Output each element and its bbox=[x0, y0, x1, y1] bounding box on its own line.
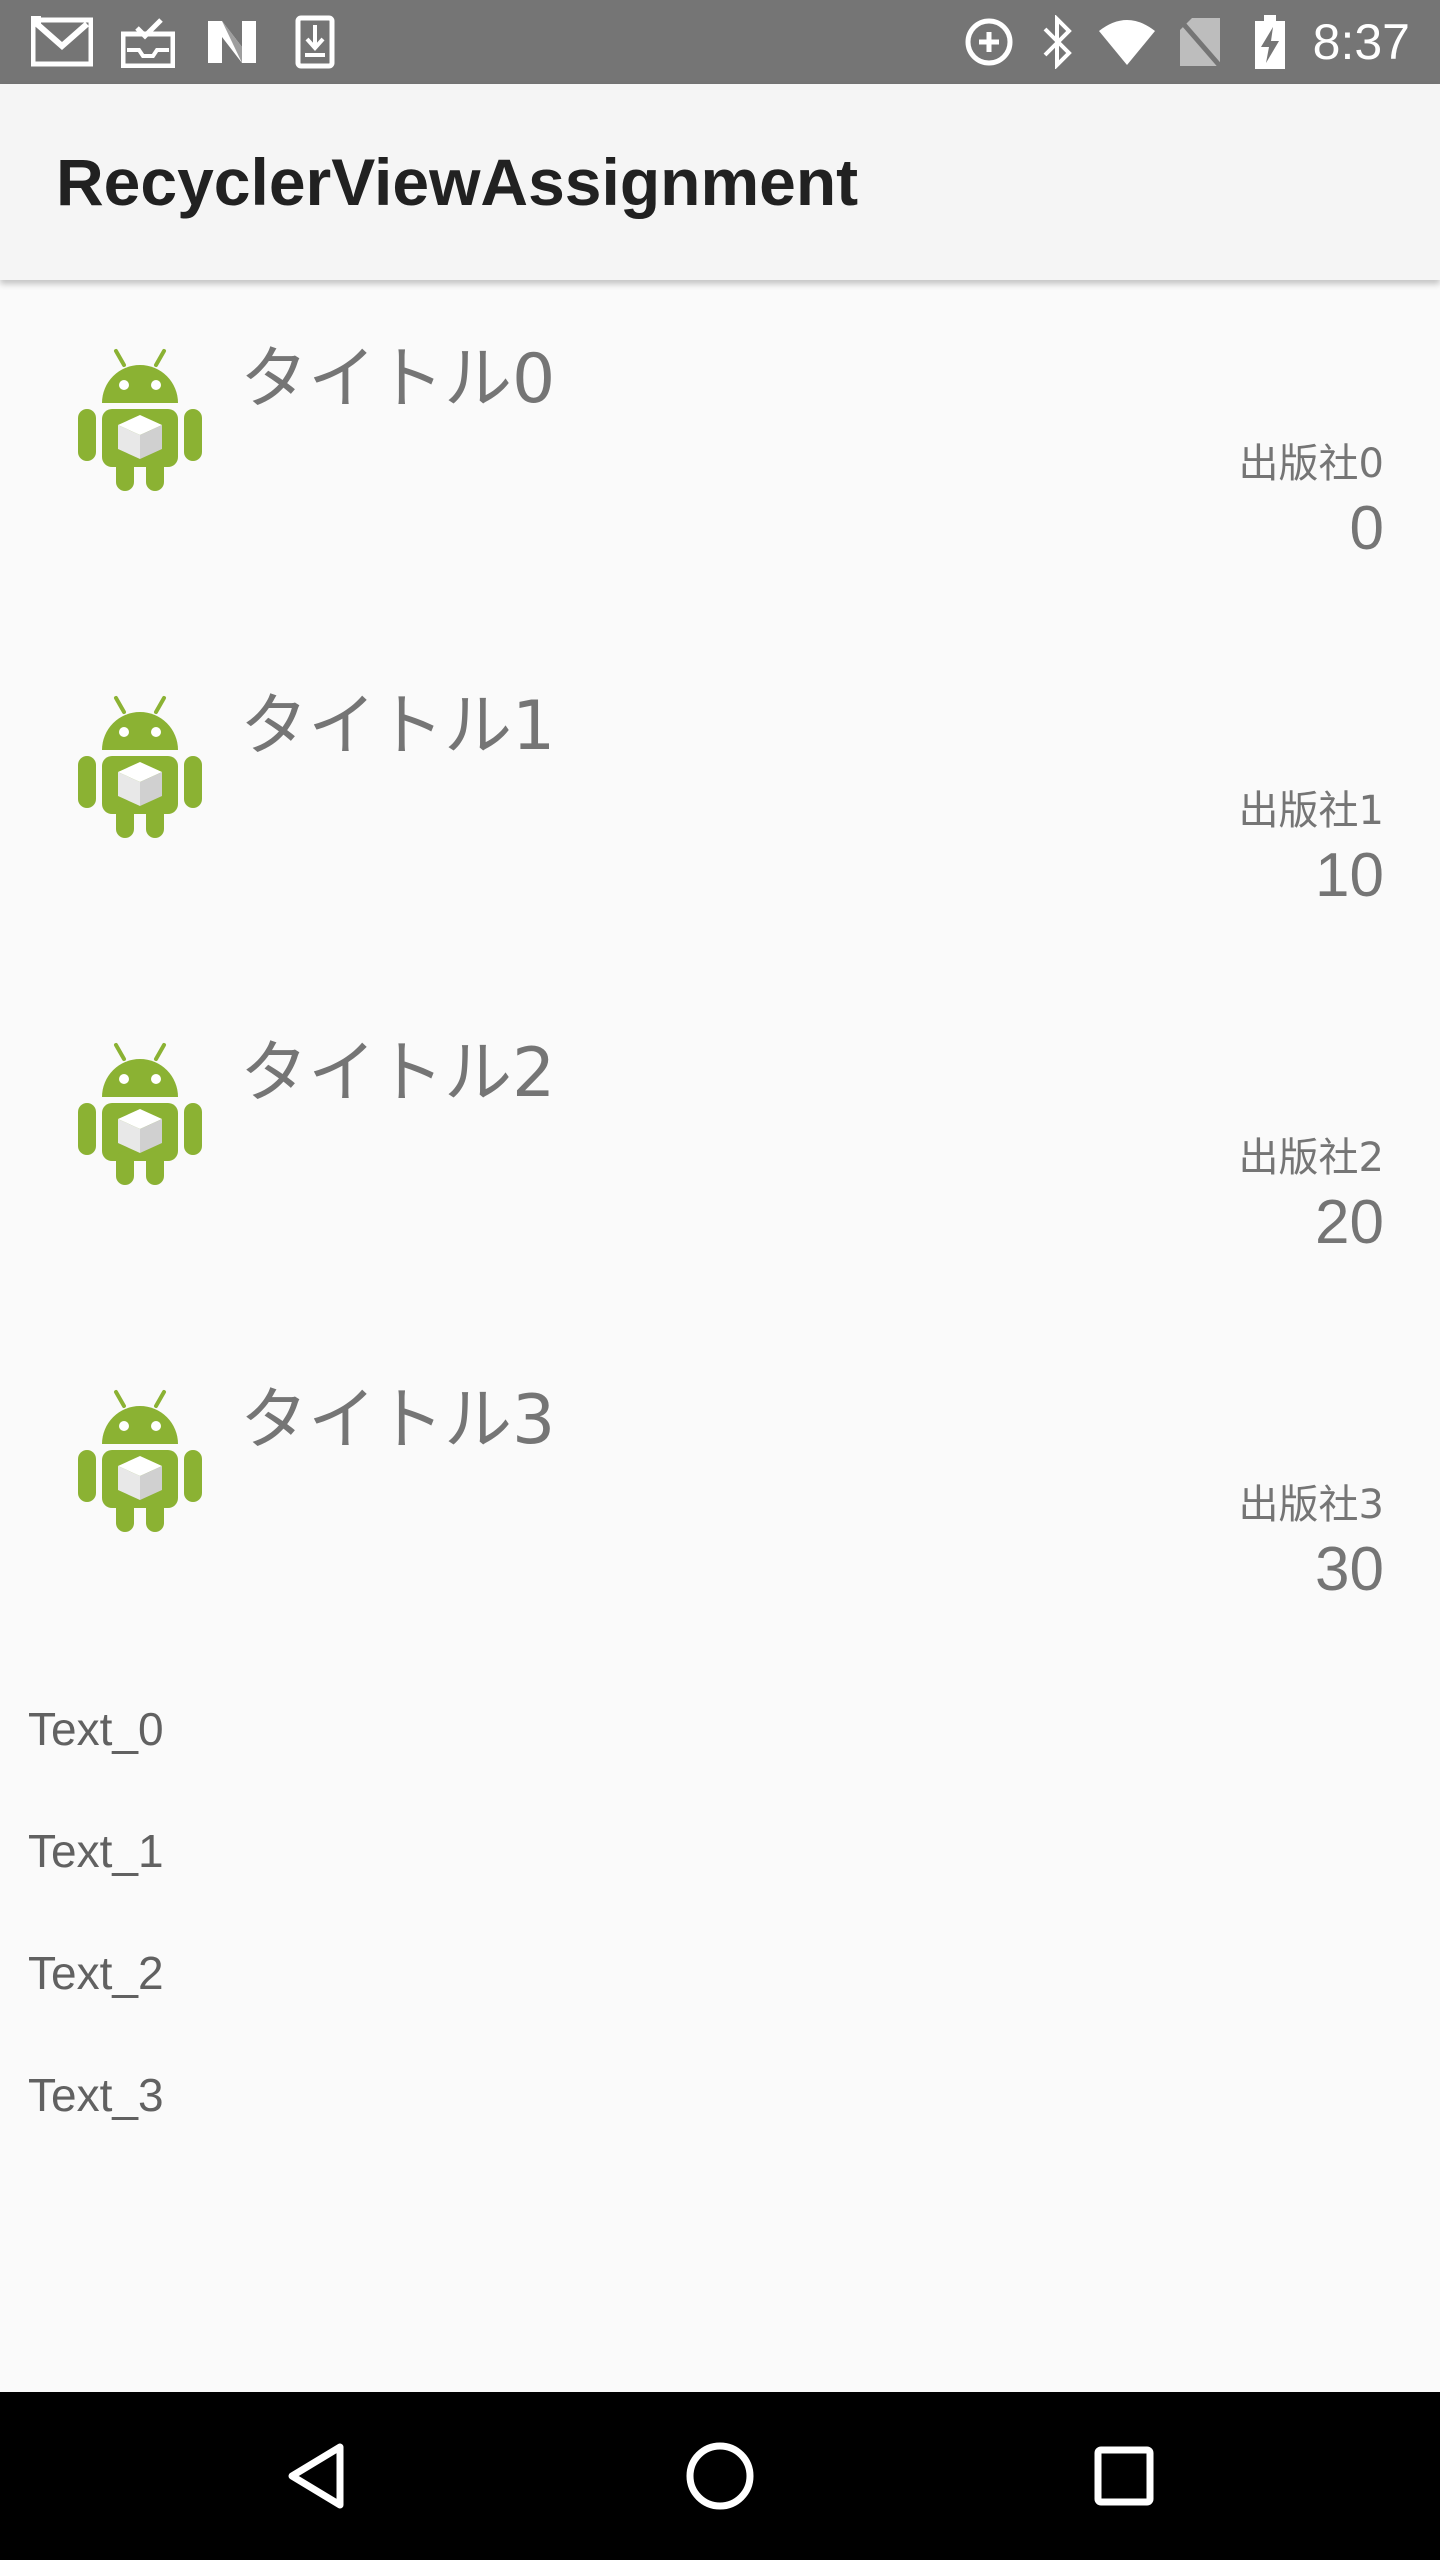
recents-icon[interactable] bbox=[1082, 2434, 1166, 2518]
status-bar: 8:37 bbox=[0, 0, 1440, 84]
home-icon[interactable] bbox=[678, 2434, 762, 2518]
gmail-icon bbox=[30, 14, 94, 70]
download-icon bbox=[292, 14, 338, 70]
wifi-icon bbox=[1096, 14, 1158, 70]
inbox-icon bbox=[118, 14, 178, 70]
book-title: タイトル0 bbox=[240, 340, 556, 419]
status-time: 8:37 bbox=[1312, 14, 1410, 70]
book-price: 20 bbox=[1315, 1188, 1384, 1257]
android-robot-icon bbox=[72, 692, 208, 840]
app-title: RecyclerViewAssignment bbox=[56, 145, 859, 219]
n-logo-icon bbox=[202, 14, 262, 70]
book-price: 30 bbox=[1315, 1535, 1384, 1604]
android-robot-icon bbox=[72, 1039, 208, 1187]
text-list-item[interactable]: Text_3 bbox=[28, 2068, 164, 2122]
text-list-item[interactable]: Text_0 bbox=[28, 1702, 164, 1756]
text-list-item[interactable]: Text_1 bbox=[28, 1824, 164, 1878]
book-row[interactable]: タイトル2 出版社2 20 bbox=[0, 977, 1440, 1324]
book-row[interactable]: タイトル1 出版社1 10 bbox=[0, 630, 1440, 977]
book-publisher: 出版社3 bbox=[1238, 1482, 1384, 1528]
book-title: タイトル2 bbox=[240, 1034, 556, 1113]
book-row[interactable]: タイトル0 出版社0 0 bbox=[0, 283, 1440, 630]
book-title: タイトル1 bbox=[240, 687, 556, 766]
bluetooth-icon bbox=[1038, 14, 1078, 70]
data-saver-icon bbox=[962, 14, 1016, 70]
no-sim-icon bbox=[1176, 14, 1224, 70]
android-robot-icon bbox=[72, 1386, 208, 1534]
screen: 8:37 RecyclerViewAssignment タイトル0 出版社0 0… bbox=[0, 0, 1440, 2560]
book-price: 0 bbox=[1349, 494, 1384, 563]
text-list-item[interactable]: Text_2 bbox=[28, 1946, 164, 2000]
navigation-bar bbox=[0, 2392, 1440, 2560]
android-robot-icon bbox=[72, 345, 208, 493]
book-publisher: 出版社2 bbox=[1238, 1135, 1384, 1181]
book-row[interactable]: タイトル3 出版社3 30 bbox=[0, 1324, 1440, 1671]
book-publisher: 出版社0 bbox=[1238, 441, 1384, 487]
battery-charging-icon bbox=[1250, 14, 1290, 70]
app-bar: RecyclerViewAssignment bbox=[0, 84, 1440, 280]
book-publisher: 出版社1 bbox=[1238, 788, 1384, 834]
back-icon[interactable] bbox=[274, 2434, 358, 2518]
book-price: 10 bbox=[1315, 841, 1384, 910]
book-title: タイトル3 bbox=[240, 1381, 556, 1460]
